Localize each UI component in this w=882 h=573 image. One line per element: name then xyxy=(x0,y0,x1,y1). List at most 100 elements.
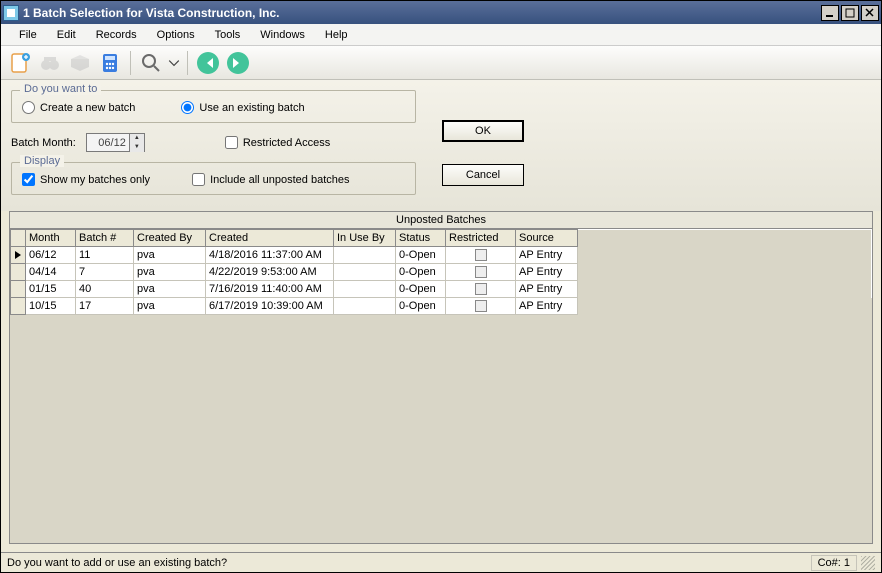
cell-month[interactable]: 04/14 xyxy=(26,264,76,281)
cancel-button[interactable]: Cancel xyxy=(442,164,524,186)
col-created[interactable]: Created xyxy=(206,230,334,247)
batch-month-label: Batch Month: xyxy=(11,137,76,149)
cell-status[interactable]: 0-Open xyxy=(396,281,446,298)
checkbox-label: Show my batches only xyxy=(40,174,150,186)
cell-createdby[interactable]: pva xyxy=(134,264,206,281)
status-prompt: Do you want to add or use an existing ba… xyxy=(7,557,227,569)
spin-down-icon[interactable]: ▼ xyxy=(130,143,144,152)
col-source[interactable]: Source xyxy=(516,230,578,247)
cell-inuse[interactable] xyxy=(334,298,396,315)
cell-source[interactable]: AP Entry xyxy=(516,298,578,315)
cell-createdby[interactable]: pva xyxy=(134,247,206,264)
check-show-mine[interactable]: Show my batches only xyxy=(22,173,150,186)
table-row[interactable]: 04/147pva4/22/2019 9:53:00 AM 0-Open AP En… xyxy=(11,264,872,281)
fieldset-legend: Display xyxy=(20,155,64,167)
cell-created[interactable]: 4/18/2016 11:37:00 AM xyxy=(206,247,334,264)
new-icon[interactable] xyxy=(7,50,33,76)
cell-created[interactable]: 4/22/2019 9:53:00 AM xyxy=(206,264,334,281)
cell-created[interactable]: 6/17/2019 10:39:00 AM xyxy=(206,298,334,315)
calculator-icon[interactable] xyxy=(97,50,123,76)
radio-label: Use an existing batch xyxy=(199,102,304,114)
cell-status[interactable]: 0-Open xyxy=(396,298,446,315)
cell-source[interactable]: AP Entry xyxy=(516,247,578,264)
grid-table[interactable]: Month Batch # Created By Created In Use … xyxy=(10,229,872,315)
col-createdby[interactable]: Created By xyxy=(134,230,206,247)
menu-records[interactable]: Records xyxy=(86,26,147,44)
grid-unposted-batches: Unposted Batches Month Batch # Created B… xyxy=(9,211,873,544)
resize-grip-icon[interactable] xyxy=(861,556,875,570)
cell-inuse[interactable] xyxy=(334,281,396,298)
cell-restricted[interactable] xyxy=(446,247,516,264)
cell-status[interactable]: 0-Open xyxy=(396,264,446,281)
check-include-all[interactable]: Include all unposted batches xyxy=(192,173,349,186)
status-company: Co#: 1 xyxy=(811,555,857,571)
minimize-button[interactable] xyxy=(821,5,839,21)
cell-month[interactable]: 06/12 xyxy=(26,247,76,264)
dropdown-arrow-icon[interactable] xyxy=(168,50,180,76)
maximize-button[interactable] xyxy=(841,5,859,21)
menu-options[interactable]: Options xyxy=(147,26,205,44)
row-header[interactable] xyxy=(11,298,26,315)
row-header[interactable] xyxy=(11,247,26,264)
batch-month-spinner[interactable]: ▲ ▼ xyxy=(86,133,145,152)
cell-source[interactable]: AP Entry xyxy=(516,264,578,281)
check-restricted-access[interactable]: Restricted Access xyxy=(225,136,330,149)
table-row[interactable]: 10/1517pva6/17/2019 10:39:00 AM 0-Open AP … xyxy=(11,298,872,315)
row-header[interactable] xyxy=(11,281,26,298)
row-header[interactable] xyxy=(11,264,26,281)
cell-month[interactable]: 01/15 xyxy=(26,281,76,298)
cell-batch[interactable]: 17 xyxy=(76,298,134,315)
app-window: 1 Batch Selection for Vista Construction… xyxy=(0,0,882,573)
ok-button[interactable]: OK xyxy=(442,120,524,142)
cell-createdby[interactable]: pva xyxy=(134,281,206,298)
cell-batch[interactable]: 40 xyxy=(76,281,134,298)
batch-month-input[interactable] xyxy=(87,137,129,149)
col-inuse[interactable]: In Use By xyxy=(334,230,396,247)
magnifier-icon[interactable] xyxy=(138,50,164,76)
menu-help[interactable]: Help xyxy=(315,26,358,44)
menu-file[interactable]: File xyxy=(9,26,47,44)
cell-inuse[interactable] xyxy=(334,247,396,264)
cell-restricted[interactable] xyxy=(446,264,516,281)
radio-create-new[interactable]: Create a new batch xyxy=(22,101,135,114)
cell-inuse[interactable] xyxy=(334,264,396,281)
cell-created[interactable]: 7/16/2019 11:40:00 AM xyxy=(206,281,334,298)
cell-source[interactable]: AP Entry xyxy=(516,281,578,298)
spin-up-icon[interactable]: ▲ xyxy=(130,134,144,143)
cell-month[interactable]: 10/15 xyxy=(26,298,76,315)
cell-createdby[interactable]: pva xyxy=(134,298,206,315)
show-mine-checkbox[interactable] xyxy=(22,173,35,186)
radio-use-existing[interactable]: Use an existing batch xyxy=(181,101,304,114)
cell-batch[interactable]: 11 xyxy=(76,247,134,264)
include-all-checkbox[interactable] xyxy=(192,173,205,186)
cell-status[interactable]: 0-Open xyxy=(396,247,446,264)
grid-title: Unposted Batches xyxy=(10,212,872,229)
cell-restricted[interactable] xyxy=(446,281,516,298)
box-icon[interactable] xyxy=(67,50,93,76)
cell-restricted[interactable] xyxy=(446,298,516,315)
cell-batch[interactable]: 7 xyxy=(76,264,134,281)
radio-use-existing-input[interactable] xyxy=(181,101,194,114)
binoculars-icon[interactable] xyxy=(37,50,63,76)
col-restricted[interactable]: Restricted xyxy=(446,230,516,247)
nav-last-icon[interactable] xyxy=(225,50,251,76)
content-area: Do you want to Create a new batch Use an… xyxy=(1,80,881,211)
col-status[interactable]: Status xyxy=(396,230,446,247)
radio-create-new-input[interactable] xyxy=(22,101,35,114)
checkbox-label: Restricted Access xyxy=(243,137,330,149)
menu-tools[interactable]: Tools xyxy=(205,26,251,44)
restricted-checkbox[interactable] xyxy=(225,136,238,149)
col-batch[interactable]: Batch # xyxy=(76,230,134,247)
checkbox-label: Include all unposted batches xyxy=(210,174,349,186)
col-month[interactable]: Month xyxy=(26,230,76,247)
app-icon xyxy=(3,5,19,21)
table-row[interactable]: 06/1211pva4/18/2016 11:37:00 AM 0-Open AP … xyxy=(11,247,872,264)
close-button[interactable] xyxy=(861,5,879,21)
menu-windows[interactable]: Windows xyxy=(250,26,315,44)
row-header-corner[interactable] xyxy=(11,230,26,247)
menu-edit[interactable]: Edit xyxy=(47,26,86,44)
fieldset-do-you-want-to: Do you want to Create a new batch Use an… xyxy=(11,90,416,123)
table-row[interactable]: 01/1540pva7/16/2019 11:40:00 AM 0-Open AP … xyxy=(11,281,872,298)
menubar: File Edit Records Options Tools Windows … xyxy=(1,24,881,46)
nav-first-icon[interactable] xyxy=(195,50,221,76)
